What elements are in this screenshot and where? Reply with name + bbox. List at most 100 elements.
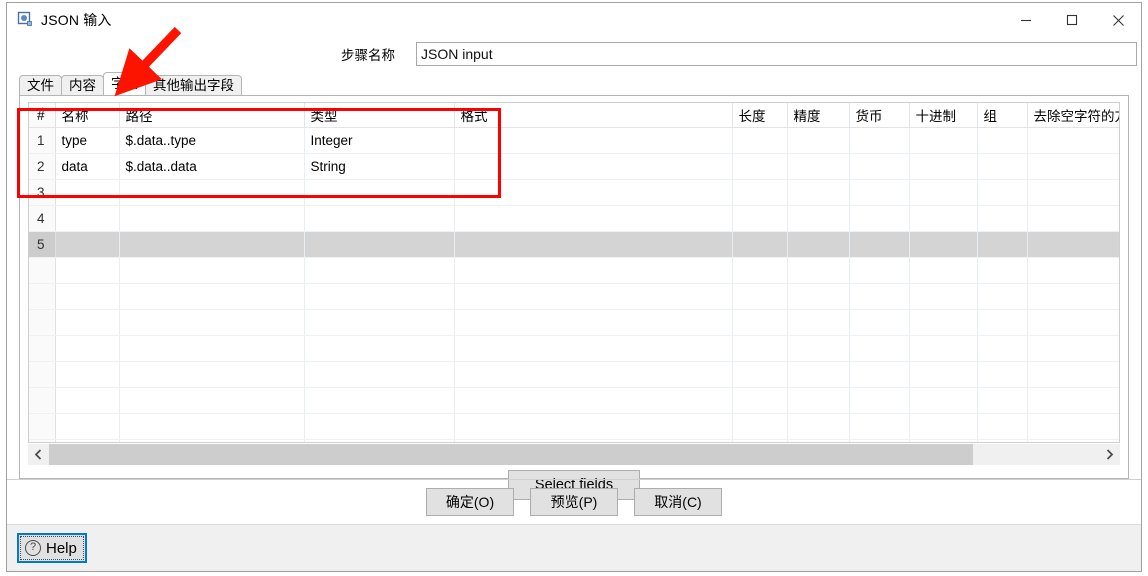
- table-cell-trim[interactable]: [1027, 387, 1119, 414]
- table-cell-length[interactable]: [732, 335, 788, 362]
- table-cell-length[interactable]: [732, 283, 788, 310]
- table-cell-type[interactable]: [304, 335, 455, 362]
- table-cell-trim[interactable]: [1027, 205, 1119, 232]
- table-cell-path[interactable]: $.data..type: [119, 127, 305, 154]
- table-cell-path[interactable]: [119, 179, 305, 206]
- col-header-length[interactable]: 长度: [732, 103, 788, 128]
- table-cell-precision[interactable]: [787, 283, 850, 310]
- table-cell-trim[interactable]: [1027, 361, 1119, 388]
- table-cell-precision[interactable]: [787, 439, 850, 442]
- table-cell-idx[interactable]: [29, 413, 56, 440]
- table-cell-type[interactable]: [304, 439, 455, 442]
- table-cell-group[interactable]: [977, 309, 1028, 336]
- table-cell-type[interactable]: [304, 283, 455, 310]
- table-cell-group[interactable]: [977, 387, 1028, 414]
- table-cell-length[interactable]: [732, 309, 788, 336]
- table-cell-idx[interactable]: 5: [29, 231, 56, 258]
- col-header-name[interactable]: 名称: [55, 103, 120, 128]
- table-row[interactable]: 4: [29, 205, 1119, 232]
- table-cell-group[interactable]: [977, 361, 1028, 388]
- table-cell-currency[interactable]: [849, 387, 910, 414]
- table-cell-type[interactable]: [304, 179, 455, 206]
- table-cell-precision[interactable]: [787, 179, 850, 206]
- table-cell-precision[interactable]: [787, 387, 850, 414]
- tab-content[interactable]: 内容: [61, 75, 104, 95]
- table-cell-group[interactable]: [977, 439, 1028, 442]
- table-cell-length[interactable]: [732, 257, 788, 284]
- preview-button[interactable]: 预览(P): [530, 488, 618, 516]
- table-cell-trim[interactable]: [1027, 127, 1119, 154]
- table-cell-trim[interactable]: [1027, 439, 1119, 442]
- table-cell-name[interactable]: [55, 205, 120, 232]
- table-cell-format[interactable]: [454, 439, 733, 442]
- chevron-left-icon[interactable]: [28, 444, 49, 465]
- table-cell-group[interactable]: [977, 179, 1028, 206]
- table-cell-type[interactable]: [304, 309, 455, 336]
- table-cell-trim[interactable]: [1027, 231, 1119, 258]
- table-cell-group[interactable]: [977, 205, 1028, 232]
- table-cell-group[interactable]: [977, 413, 1028, 440]
- table-cell-trim[interactable]: [1027, 283, 1119, 310]
- table-row[interactable]: [29, 283, 1119, 310]
- table-cell-format[interactable]: [454, 387, 733, 414]
- table-cell-length[interactable]: [732, 205, 788, 232]
- table-cell-type[interactable]: [304, 387, 455, 414]
- col-header-path[interactable]: 路径: [119, 103, 305, 128]
- tab-file[interactable]: 文件: [19, 75, 62, 95]
- table-cell-type[interactable]: [304, 257, 455, 284]
- table-row[interactable]: [29, 335, 1119, 362]
- table-cell-idx[interactable]: [29, 309, 56, 336]
- step-name-input[interactable]: [416, 42, 1137, 66]
- table-cell-currency[interactable]: [849, 179, 910, 206]
- scrollbar-track[interactable]: [49, 444, 1099, 465]
- table-cell-decimal[interactable]: [909, 179, 978, 206]
- table-cell-idx[interactable]: [29, 257, 56, 284]
- scrollbar-thumb[interactable]: [49, 444, 973, 465]
- table-cell-path[interactable]: [119, 439, 305, 442]
- chevron-right-icon[interactable]: [1099, 444, 1120, 465]
- table-cell-decimal[interactable]: [909, 439, 978, 442]
- table-cell-length[interactable]: [732, 413, 788, 440]
- table-cell-trim[interactable]: [1027, 335, 1119, 362]
- table-cell-group[interactable]: [977, 283, 1028, 310]
- table-cell-name[interactable]: data: [55, 153, 120, 180]
- table-cell-name[interactable]: [55, 283, 120, 310]
- help-button[interactable]: ? Help: [17, 533, 87, 563]
- table-cell-name[interactable]: [55, 387, 120, 414]
- table-cell-decimal[interactable]: [909, 335, 978, 362]
- table-cell-decimal[interactable]: [909, 153, 978, 180]
- table-cell-name[interactable]: [55, 335, 120, 362]
- table-cell-type[interactable]: [304, 205, 455, 232]
- table-cell-type[interactable]: [304, 361, 455, 388]
- tab-fields[interactable]: 字段: [103, 72, 146, 95]
- table-cell-trim[interactable]: [1027, 179, 1119, 206]
- table-cell-format[interactable]: [454, 153, 733, 180]
- table-cell-precision[interactable]: [787, 153, 850, 180]
- table-cell-currency[interactable]: [849, 153, 910, 180]
- table-cell-currency[interactable]: [849, 413, 910, 440]
- table-cell-format[interactable]: [454, 361, 733, 388]
- table-cell-trim[interactable]: [1027, 153, 1119, 180]
- table-cell-currency[interactable]: [849, 335, 910, 362]
- table-cell-idx[interactable]: [29, 439, 56, 442]
- table-cell-group[interactable]: [977, 335, 1028, 362]
- table-cell-format[interactable]: [454, 413, 733, 440]
- table-row[interactable]: 2 data $.data..data String: [29, 153, 1119, 180]
- table-cell-path[interactable]: [119, 335, 305, 362]
- table-cell-precision[interactable]: [787, 127, 850, 154]
- minimize-icon[interactable]: [1003, 3, 1049, 37]
- table-cell-format[interactable]: [454, 231, 733, 258]
- table-cell-length[interactable]: [732, 153, 788, 180]
- table-cell-name[interactable]: [55, 439, 120, 442]
- table-cell-format[interactable]: [454, 179, 733, 206]
- table-row[interactable]: [29, 439, 1119, 442]
- table-cell-type[interactable]: [304, 413, 455, 440]
- table-row[interactable]: [29, 361, 1119, 388]
- ok-button[interactable]: 确定(O): [426, 488, 514, 516]
- table-cell-name[interactable]: type: [55, 127, 120, 154]
- col-header-currency[interactable]: 货币: [849, 103, 910, 128]
- table-cell-name[interactable]: [55, 257, 120, 284]
- table-cell-decimal[interactable]: [909, 361, 978, 388]
- table-cell-length[interactable]: [732, 179, 788, 206]
- table-cell-format[interactable]: [454, 257, 733, 284]
